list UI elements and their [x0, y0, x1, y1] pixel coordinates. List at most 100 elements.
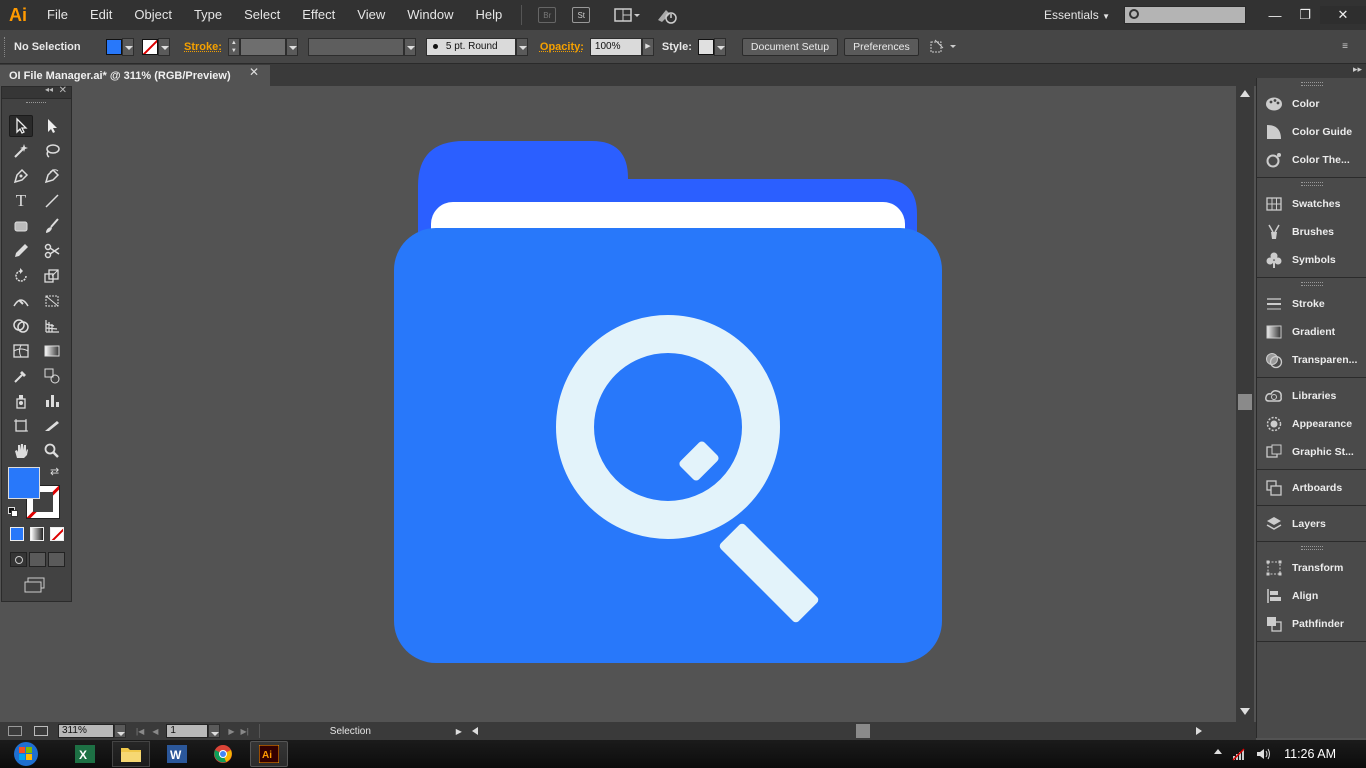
close-panel-icon[interactable]: ✕ [59, 85, 67, 96]
artboard-canvas[interactable] [72, 86, 1236, 722]
scroll-left-icon[interactable] [471, 727, 478, 735]
eyedropper-tool-icon[interactable] [9, 365, 33, 387]
taskbar-clock[interactable]: 11:26 AM [1284, 740, 1336, 768]
file-explorer-icon[interactable] [112, 741, 150, 767]
scroll-right-icon[interactable] [1195, 727, 1202, 735]
restore-button[interactable]: ❐ [1290, 6, 1320, 24]
zoom-level-field[interactable]: 311% [58, 724, 114, 738]
brush-definition-field[interactable]: 5 pt. Round [425, 37, 516, 56]
perspective-grid-tool-icon[interactable] [40, 315, 64, 337]
previous-artboard-icon[interactable]: ◀ [152, 727, 158, 736]
panel-swatches[interactable]: Swatches [1257, 190, 1366, 218]
color-mode-button[interactable] [10, 527, 24, 541]
fill-dropdown[interactable] [122, 37, 134, 56]
draw-inside-icon[interactable] [48, 552, 65, 567]
panel-pathfinder[interactable]: Pathfinder [1257, 610, 1366, 638]
scissors-tool-icon[interactable] [40, 240, 64, 262]
graphic-style-dropdown[interactable] [713, 37, 726, 56]
symbol-sprayer-tool-icon[interactable] [9, 390, 33, 412]
close-window-button[interactable]: ✕ [1320, 6, 1366, 24]
panel-graphic-styles[interactable]: Graphic St... [1257, 438, 1366, 466]
panel-artboards[interactable]: Artboards [1257, 474, 1366, 502]
bridge-button[interactable]: Br [538, 7, 557, 23]
artboard-dropdown[interactable] [208, 724, 221, 738]
volume-icon[interactable] [1256, 747, 1272, 761]
menu-file[interactable]: File [36, 0, 79, 30]
document-setup-button[interactable]: Document Setup [741, 37, 839, 56]
magic-wand-tool-icon[interactable] [9, 140, 33, 162]
stroke-swatch[interactable] [142, 38, 158, 55]
menu-window[interactable]: Window [396, 0, 464, 30]
illustrator-taskbar-icon[interactable]: Ai [250, 741, 288, 767]
panel-group-grip[interactable] [1300, 282, 1323, 286]
panel-group-grip[interactable] [1300, 546, 1323, 550]
status-menu-icon[interactable]: ▶ [456, 727, 462, 736]
vertical-scroll-thumb[interactable] [1238, 394, 1252, 410]
panel-color-themes[interactable]: Color The... [1257, 146, 1366, 174]
stroke-weight-stepper[interactable]: ▲ ▼ [227, 37, 240, 56]
panel-color-guide[interactable]: Color Guide [1257, 118, 1366, 146]
fill-color-swatch-front[interactable] [8, 467, 40, 499]
shape-builder-tool-icon[interactable] [9, 315, 33, 337]
pen-tool-icon[interactable] [9, 165, 33, 187]
show-hidden-icons[interactable] [1214, 749, 1222, 754]
chrome-icon[interactable] [204, 741, 242, 767]
artboard-tool-icon[interactable] [9, 415, 33, 437]
panel-align[interactable]: Align [1257, 582, 1366, 610]
stroke-dropdown[interactable] [158, 37, 170, 56]
close-document-icon[interactable]: ✕ [249, 65, 259, 79]
change-screen-mode-icon[interactable] [24, 577, 46, 593]
column-graph-tool-icon[interactable] [40, 390, 64, 412]
hand-tool-icon[interactable] [9, 440, 33, 462]
brush-dropdown[interactable] [515, 37, 528, 56]
pencil-tool-icon[interactable] [9, 240, 33, 262]
blend-tool-icon[interactable] [40, 365, 64, 387]
menu-object[interactable]: Object [123, 0, 183, 30]
menu-type[interactable]: Type [183, 0, 233, 30]
menu-view[interactable]: View [346, 0, 396, 30]
opacity-arrow-button[interactable]: ▶ [641, 37, 654, 56]
variable-width-dropdown[interactable] [403, 37, 416, 56]
menu-edit[interactable]: Edit [79, 0, 123, 30]
horizontal-scrollbar[interactable] [470, 724, 1205, 738]
panel-group-grip[interactable] [1300, 82, 1323, 86]
panel-brushes[interactable]: Brushes [1257, 218, 1366, 246]
default-colors-icon[interactable] [8, 507, 18, 517]
first-artboard-icon[interactable]: |◀ [136, 727, 144, 736]
menu-effect[interactable]: Effect [291, 0, 346, 30]
panel-symbols[interactable]: Symbols [1257, 246, 1366, 274]
scroll-down-icon[interactable] [1240, 708, 1250, 715]
panel-group-grip[interactable] [1300, 182, 1323, 186]
last-artboard-icon[interactable]: ▶| [241, 727, 249, 736]
network-icon[interactable] [1232, 747, 1246, 761]
help-search-input[interactable] [1124, 6, 1246, 24]
tools-panel-header[interactable]: ◂◂ ✕ [2, 85, 71, 99]
next-artboard-icon[interactable]: ▶ [228, 727, 234, 736]
expand-panels-icon[interactable]: ▸▸ [1353, 64, 1362, 75]
draw-normal-icon[interactable] [10, 552, 27, 567]
share-icon[interactable] [34, 726, 48, 736]
none-mode-button[interactable] [50, 527, 64, 541]
excel-icon[interactable]: X [66, 741, 104, 767]
document-tab[interactable]: OI File Manager.ai* @ 311% (RGB/Preview) [0, 65, 270, 86]
direct-selection-tool-icon[interactable] [40, 115, 64, 137]
minimize-button[interactable]: — [1260, 6, 1290, 24]
variable-width-profile[interactable] [307, 37, 404, 56]
horizontal-scroll-thumb[interactable] [855, 724, 870, 738]
menu-select[interactable]: Select [233, 0, 291, 30]
selection-tool-icon[interactable] [9, 115, 33, 137]
type-tool-icon[interactable]: T [9, 190, 33, 212]
panel-appearance[interactable]: Appearance [1257, 410, 1366, 438]
width-tool-icon[interactable] [9, 290, 33, 312]
stock-button[interactable]: St [572, 7, 591, 23]
stroke-weight-field[interactable] [239, 37, 286, 56]
artboard-nav-icon[interactable] [8, 726, 22, 736]
slice-tool-icon[interactable] [40, 415, 64, 437]
arrange-documents-icon[interactable] [614, 7, 642, 23]
vertical-scrollbar[interactable] [1236, 86, 1254, 722]
panel-stroke[interactable]: Stroke [1257, 290, 1366, 318]
opacity-label[interactable]: Opacity: [540, 41, 584, 53]
fill-swatch[interactable] [106, 38, 122, 55]
rotate-tool-icon[interactable] [9, 265, 33, 287]
panel-transform[interactable]: Transform [1257, 554, 1366, 582]
